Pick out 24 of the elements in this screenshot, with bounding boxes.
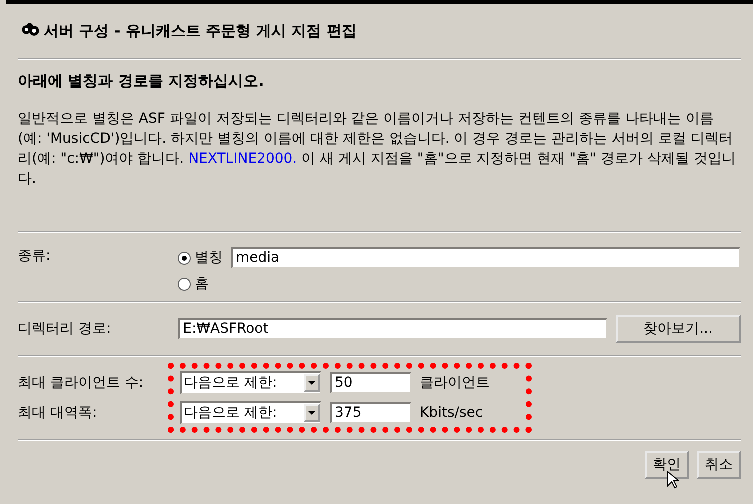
directory-field[interactable]: E:₩ASFRoot xyxy=(178,318,608,340)
server-link[interactable]: NEXTLINE2000. xyxy=(188,151,298,167)
dialog-button[interactable]: 취소 xyxy=(697,451,741,479)
browse-button[interactable]: 찾아보기... xyxy=(616,315,741,343)
type-label: 종류: xyxy=(18,247,52,266)
dialog-button[interactable]: 확인 xyxy=(645,451,689,479)
radio-button[interactable] xyxy=(178,278,191,290)
limit-dropdown[interactable]: 다음으로 제한: xyxy=(180,401,322,425)
unit-label: Kbits/sec xyxy=(420,405,484,421)
description-text: 일반적으로 별칭은 ASF 파일이 저장되는 디렉터리와 같은 이름이거나 저장하는 컨텐트의 종류를 나타내는 이름(예: 'MusicCD')입니다. 하지만 별칭의 이름에 대한 제한은 없습니다. 이 경우 경로는 관리하는 서버의 로컬 디렉터리(예: "c:₩")여야 합니다. NEXTLINE2000. 이 새 게시 지점을 "홈"으로 지정하면 현재 "홈" 경로가 삭제될 것입니다. xyxy=(18,110,737,189)
heading: 아래에 별칭과 경로를 지정하십시오. xyxy=(18,71,266,92)
radio-label: 홈 xyxy=(195,275,209,293)
limit-field[interactable]: 50 xyxy=(330,372,412,394)
limit-dropdown[interactable]: 다음으로 제한: xyxy=(180,371,322,395)
window-title: 서버 구성 - 유니캐스트 주문형 게시 지점 편집 xyxy=(44,22,357,40)
alias-field[interactable]: media xyxy=(231,247,741,269)
limit-field[interactable]: 375 xyxy=(330,402,412,424)
unit-label: 클라이언트 xyxy=(420,374,490,392)
limit-label: 최대 대역폭: xyxy=(18,404,98,422)
radio-label: 별칭 xyxy=(195,249,223,267)
limit-label: 최대 클라이언트 수: xyxy=(18,374,145,392)
directory-label: 디렉터리 경로: xyxy=(18,320,112,338)
radio-button[interactable] xyxy=(178,252,191,264)
cursor-icon xyxy=(667,471,679,489)
